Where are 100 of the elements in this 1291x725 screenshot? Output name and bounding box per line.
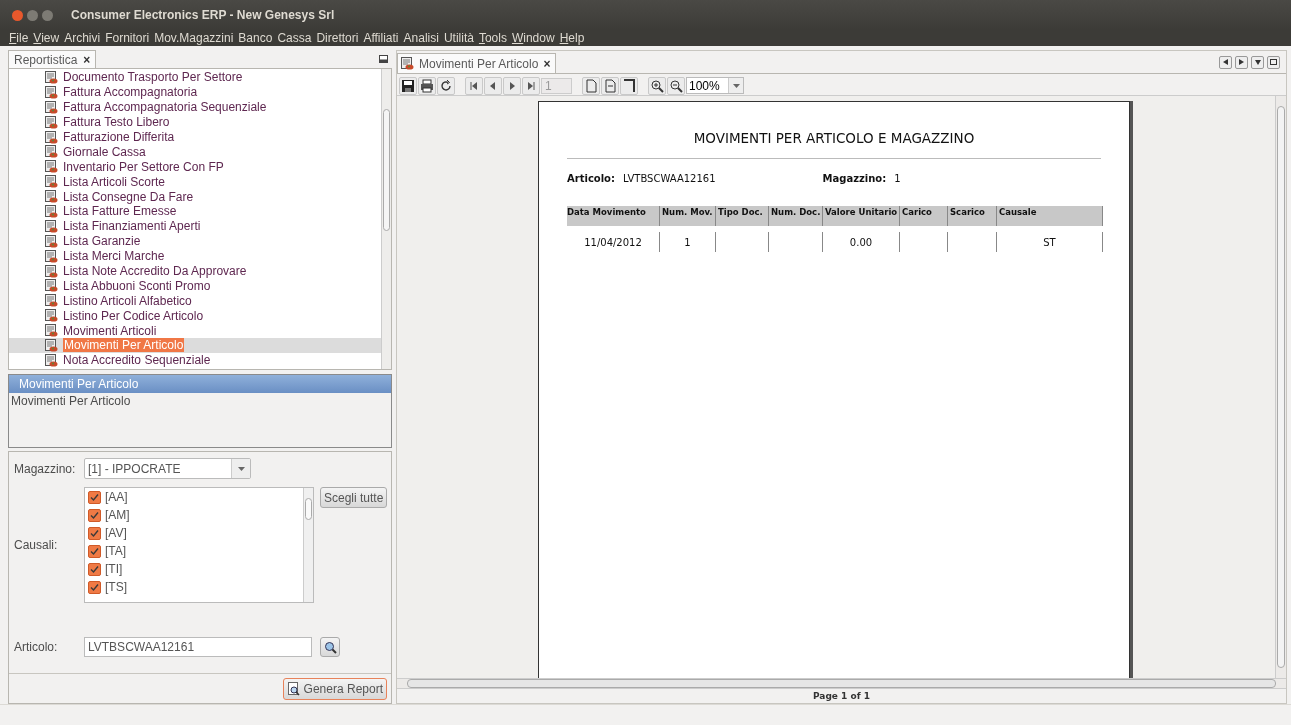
column-header: Causale: [997, 206, 1103, 226]
scrollbar[interactable]: [381, 69, 391, 369]
report-name: Lista Finanziamenti Aperti: [63, 219, 201, 234]
save-icon[interactable]: [399, 76, 417, 95]
checkbox-label: [AA]: [105, 490, 128, 504]
column-header: Data Movimento: [567, 206, 660, 226]
checkbox[interactable]: [88, 508, 101, 522]
tree-row[interactable]: Documento Trasporto Per Settore: [9, 70, 381, 85]
checkbox-label: [AV]: [105, 526, 127, 540]
printer-icon[interactable]: [418, 76, 436, 95]
report-icon: [45, 279, 58, 293]
last-page-icon[interactable]: [522, 76, 540, 95]
select-all-button[interactable]: Scegli tutte: [320, 487, 388, 508]
report-icon: [45, 160, 58, 174]
warehouse-dropdown[interactable]: [1] - IPPOCRATE: [84, 458, 251, 479]
tree-row[interactable]: Lista Consegne Da Fare: [9, 189, 381, 204]
tree-row[interactable]: Giornale Cassa: [9, 144, 381, 160]
minimize-button[interactable]: [27, 9, 38, 21]
report-icon: [45, 338, 58, 352]
checkbox[interactable]: [88, 544, 101, 558]
tree-row[interactable]: Fattura Accompagnatoria Sequenziale: [9, 99, 381, 115]
search-button[interactable]: [320, 637, 340, 657]
checkbox[interactable]: [88, 580, 101, 594]
tree-row[interactable]: Fattura Testo Libero: [9, 114, 381, 130]
menu-item[interactable]: Tools: [476, 31, 510, 45]
checkbox[interactable]: [88, 562, 101, 576]
menu-item[interactable]: Utilità: [441, 31, 477, 45]
generate-report-button[interactable]: Genera Report: [282, 677, 387, 700]
scrollbar[interactable]: [303, 488, 313, 602]
close-tab-button[interactable]: ×: [83, 52, 91, 67]
refresh-icon[interactable]: [437, 76, 455, 95]
tree-row[interactable]: Lista Fatture Emesse: [9, 204, 381, 219]
page-fit-icon[interactable]: [620, 76, 638, 95]
tree-row[interactable]: Inventario Per Settore Con FP: [9, 159, 381, 175]
report-name: Lista Fatture Emesse: [63, 204, 177, 219]
menu-item[interactable]: File: [7, 31, 32, 45]
column-header: Num. Mov.: [660, 206, 716, 226]
menu-item[interactable]: Cassa: [275, 31, 315, 45]
field-label: Causali:: [14, 538, 59, 552]
maximize-button[interactable]: [1267, 55, 1280, 69]
menu-item[interactable]: Affiliati: [361, 31, 402, 45]
menu-item[interactable]: Banco: [236, 31, 276, 45]
previous-page-icon[interactable]: [484, 76, 502, 95]
tree-row[interactable]: Lista Garanzie: [9, 233, 381, 249]
report-icon: [45, 115, 58, 129]
menu-item[interactable]: Archivi: [62, 31, 104, 45]
report-title: MOVIMENTI PER ARTICOLO E MAGAZZINO: [567, 130, 1101, 159]
checkbox[interactable]: [88, 526, 101, 540]
column-header: Scarico: [948, 206, 997, 226]
field-value: LVTBSCWAA12161: [623, 173, 716, 184]
menu-item[interactable]: Analisi: [401, 31, 442, 45]
page-icon[interactable]: [582, 76, 600, 95]
tree-row[interactable]: Lista Note Accredito Da Approvare: [9, 263, 381, 279]
tree-row[interactable]: Lista Abbuoni Sconti Promo: [9, 278, 381, 294]
report-icon: [45, 204, 58, 218]
tree-row[interactable]: Fattura Accompagnatoria: [9, 84, 381, 100]
tree-row[interactable]: Listino Per Codice Articolo: [9, 308, 381, 324]
scroll-right-button[interactable]: [1235, 55, 1248, 69]
first-page-icon[interactable]: [465, 76, 483, 95]
panel-tab[interactable]: Reportistica ×: [8, 50, 97, 68]
scroll-left-button[interactable]: [1219, 55, 1232, 69]
tree-row[interactable]: Nota Accredito Sequenziale: [9, 352, 381, 368]
scrollbar[interactable]: [1275, 96, 1286, 678]
menu-item[interactable]: Mov.Magazzini: [152, 31, 237, 45]
tree-row[interactable]: Listino Articoli Alfabetico: [9, 293, 381, 309]
description-text: Movimenti Per Articolo: [10, 393, 132, 408]
report-name: Lista Note Accredito Da Approvare: [63, 264, 247, 278]
report-name: Lista Garanzie: [63, 234, 141, 249]
article-field[interactable]: LVTBSCWAA12161: [84, 637, 312, 657]
menu-item[interactable]: Fornitori: [103, 31, 153, 45]
zoom-out-icon[interactable]: [667, 76, 685, 95]
scrollbar[interactable]: [397, 678, 1286, 688]
table-cell: 0.00: [823, 232, 900, 252]
tree-row[interactable]: Lista Merci Marche: [9, 248, 381, 264]
menu-item[interactable]: View: [31, 31, 63, 45]
document-tab[interactable]: Movimenti Per Articolo ×: [397, 53, 557, 73]
report-name: Movimenti Articoli: [63, 323, 157, 338]
report-icon: [45, 70, 58, 84]
checkbox[interactable]: [88, 490, 101, 504]
report-icon: [45, 353, 58, 367]
close-tab-button[interactable]: ×: [543, 56, 551, 71]
zoom-dropdown[interactable]: 100%: [686, 77, 744, 94]
column-header: Tipo Doc.: [716, 206, 769, 226]
menu-item[interactable]: Direttori: [314, 31, 362, 45]
close-button[interactable]: [12, 9, 23, 21]
tree-row[interactable]: Lista Finanziamenti Aperti: [9, 218, 381, 234]
menu-item[interactable]: Help: [557, 31, 588, 45]
menu-item[interactable]: Window: [509, 31, 558, 45]
tree-row[interactable]: Movimenti Articoli: [9, 323, 381, 339]
tree-row[interactable]: Lista Articoli Scorte: [9, 174, 381, 190]
table-cell: ST: [997, 232, 1103, 252]
minimize-icon[interactable]: [379, 55, 388, 63]
checkbox-label: [TI]: [105, 562, 123, 576]
page-indicator: Page 1 of 1: [397, 688, 1286, 703]
column-header: Carico: [900, 206, 948, 226]
tab-list-button[interactable]: [1251, 55, 1264, 69]
report-name: Lista Abbuoni Sconti Promo: [63, 278, 211, 293]
zoom-in-icon[interactable]: [648, 76, 666, 95]
next-page-icon[interactable]: [503, 76, 521, 95]
tree-row[interactable]: Fatturazione Differita: [9, 129, 381, 145]
